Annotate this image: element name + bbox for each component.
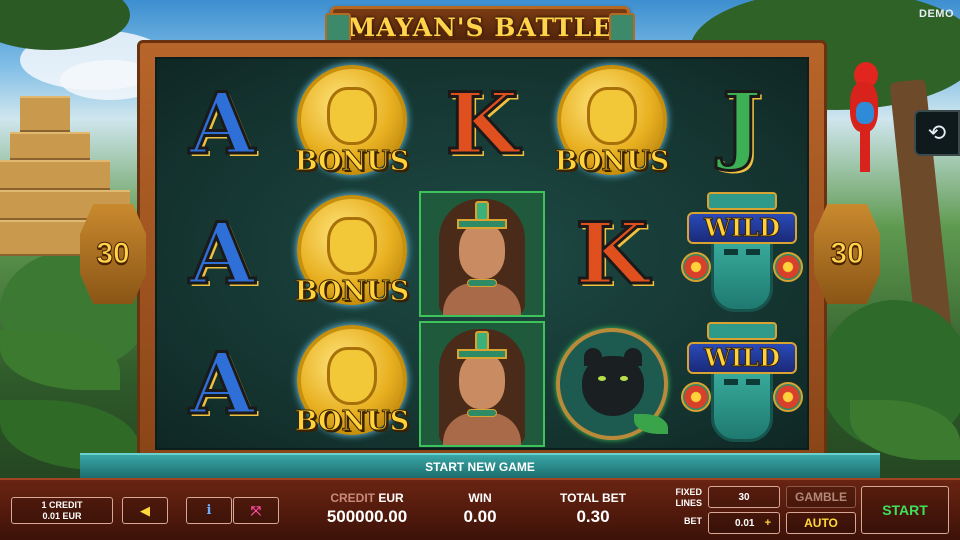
letter-a-symbol: A	[188, 204, 256, 303]
bonus-coin-icon: BONUS	[293, 195, 411, 313]
reel-symbol-wild: WILD	[679, 321, 805, 447]
credit-label: CREDIT	[330, 491, 375, 505]
reel-area: A A A BONUS BONUS BONUS K BONUS K J WILD…	[155, 57, 809, 450]
total-bet-display: TOTAL BET 0.30	[548, 491, 638, 527]
reel-symbol-woman	[419, 321, 545, 447]
win-display: WIN 0.00	[440, 491, 520, 527]
credit-value: 500000.00	[326, 507, 408, 526]
bonus-coin-icon: BONUS	[293, 65, 411, 183]
info-button[interactable]: i	[186, 497, 232, 524]
history-icon: ⟲	[927, 120, 947, 145]
reel-symbol-bonus: BONUS	[289, 191, 415, 317]
bet-selector[interactable]: 0.01 +	[708, 512, 780, 534]
lines-count: 30	[830, 237, 864, 271]
bonus-coin-icon: BONUS	[553, 65, 671, 183]
info-icon: i	[206, 503, 212, 518]
fixed-lines-label: FIXED LINES	[675, 487, 702, 508]
panther-icon	[556, 328, 668, 440]
lines-badge-right: 30	[814, 204, 880, 304]
win-label: WIN	[468, 491, 492, 505]
lines-count: 30	[96, 237, 130, 271]
credit-denomination-value: 0.01 EUR	[42, 510, 82, 521]
denomination-button[interactable]: 1 CREDIT 0.01 EUR	[11, 497, 113, 524]
bonus-label: BONUS	[294, 276, 410, 308]
bonus-label: BONUS	[554, 146, 670, 178]
gamble-button[interactable]: GAMBLE	[786, 486, 856, 508]
reel-symbol-k: K	[549, 191, 675, 317]
bonus-label: BONUS	[294, 146, 410, 178]
reel-symbol-a: A	[159, 321, 285, 447]
reel-symbol-a: A	[159, 191, 285, 317]
demo-badge: DEMO	[919, 8, 954, 20]
reel-symbol-a: A	[159, 61, 285, 187]
reel-symbol-bonus: BONUS	[549, 61, 675, 187]
wild-mask-icon: WILD	[681, 322, 803, 446]
lines-badge-left: 30	[80, 204, 146, 304]
reel-symbol-k: K	[419, 61, 545, 187]
fullscreen-icon: ⤧	[250, 502, 262, 518]
reel-symbol-j: J	[679, 61, 805, 187]
letter-k-symbol: K	[574, 204, 650, 303]
reel-symbol-bonus: BONUS	[289, 321, 415, 447]
fixed-lines-value: 30	[708, 486, 780, 508]
wild-label: WILD	[687, 342, 797, 374]
bet-value: 0.01	[735, 517, 755, 529]
reel-symbol-woman	[419, 191, 545, 317]
total-bet-label: TOTAL BET	[560, 491, 626, 505]
reel-symbol-wild: WILD	[679, 191, 805, 317]
reel-symbol-bonus: BONUS	[289, 61, 415, 187]
letter-k-symbol: K	[444, 74, 520, 173]
win-value: 0.00	[463, 507, 497, 526]
sound-button[interactable]: ◀	[122, 497, 168, 524]
letter-a-symbol: A	[188, 74, 256, 173]
mayan-woman-icon	[421, 323, 543, 445]
game-title: MAYAN'S BATTLE	[347, 12, 613, 42]
start-button[interactable]: START	[861, 486, 949, 534]
mayan-woman-icon	[421, 193, 543, 315]
wild-label: WILD	[687, 212, 797, 244]
status-message: START NEW GAME	[80, 453, 880, 479]
total-bet-value: 0.30	[576, 507, 610, 526]
history-button[interactable]: ⟲	[914, 110, 960, 156]
letter-a-symbol: A	[188, 334, 256, 433]
bonus-label: BONUS	[294, 406, 410, 438]
bet-label: BET	[684, 516, 702, 526]
letter-j-symbol: J	[721, 74, 764, 173]
parrot	[848, 62, 882, 172]
bet-increase-button[interactable]: +	[765, 517, 771, 529]
fullscreen-button[interactable]: ⤧	[233, 497, 279, 524]
wild-mask-icon: WILD	[681, 192, 803, 316]
speaker-icon: ◀	[140, 502, 150, 518]
credit-display: CREDIT EUR 500000.00	[300, 491, 434, 527]
credit-currency: EUR	[378, 491, 404, 505]
credit-denomination: 1 CREDIT	[41, 499, 83, 510]
bonus-coin-icon: BONUS	[293, 325, 411, 443]
reel-symbol-panther	[549, 321, 675, 447]
auto-button[interactable]: AUTO	[786, 512, 856, 534]
